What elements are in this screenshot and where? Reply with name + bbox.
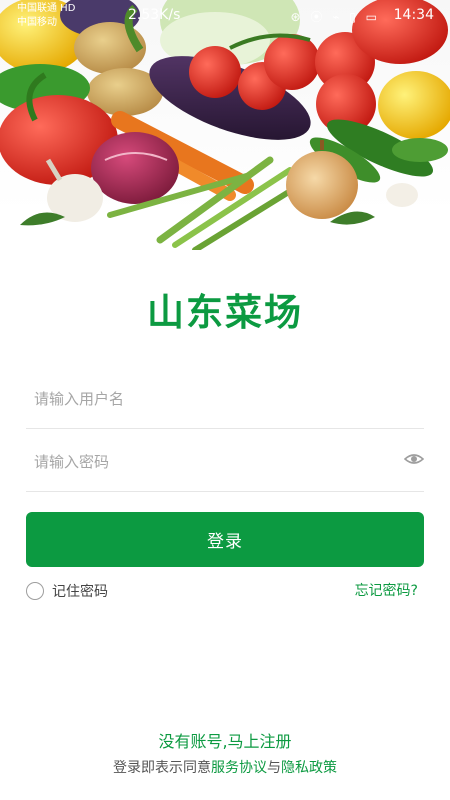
agreement-text: 登录即表示同意服务协议与隐私政策 <box>0 757 450 777</box>
username-field <box>26 366 424 429</box>
register-link[interactable]: 没有账号,马上注册 <box>0 728 450 752</box>
service-agreement-link[interactable]: 服务协议 <box>211 760 267 776</box>
carrier-info: 中国联通 HD 中国移动 <box>17 2 75 30</box>
remember-radio-circle-icon[interactable] <box>26 582 44 600</box>
agreement-prefix: 登录即表示同意 <box>113 760 211 776</box>
show-password-eye-icon[interactable] <box>404 449 424 469</box>
remember-password-label: 记住密码 <box>52 584 108 600</box>
agreement-and: 与 <box>267 760 281 776</box>
vegetables-illustration <box>0 0 450 250</box>
username-input[interactable] <box>32 384 396 414</box>
privacy-policy-link[interactable]: 隐私政策 <box>281 760 337 776</box>
header-vegetables-image: 中国联通 HD 中国移动 2.53K/s ⊛ ⦿ ⌁ ▯ ▭ 14:34 <box>0 0 450 250</box>
clock: 14:34 <box>393 7 434 23</box>
password-input[interactable] <box>32 447 396 477</box>
status-icons: ⊛ ⦿ ⌁ ▯ ▭ <box>290 10 380 24</box>
carrier-2: 中国移动 <box>17 17 57 28</box>
app-title: 山东菜场 <box>147 291 303 334</box>
status-bar: 中国联通 HD 中国移动 2.53K/s ⊛ ⦿ ⌁ ▯ ▭ 14:34 <box>0 0 450 32</box>
carrier-1: 中国联通 HD <box>17 3 76 14</box>
login-button[interactable]: 登录 <box>26 512 424 567</box>
network-speed: 2.53K/s <box>128 7 181 23</box>
forgot-password-link[interactable]: 忘记密码? <box>355 580 418 602</box>
remember-password-checkbox[interactable]: 记住密码 <box>26 580 108 602</box>
password-field <box>26 429 424 492</box>
